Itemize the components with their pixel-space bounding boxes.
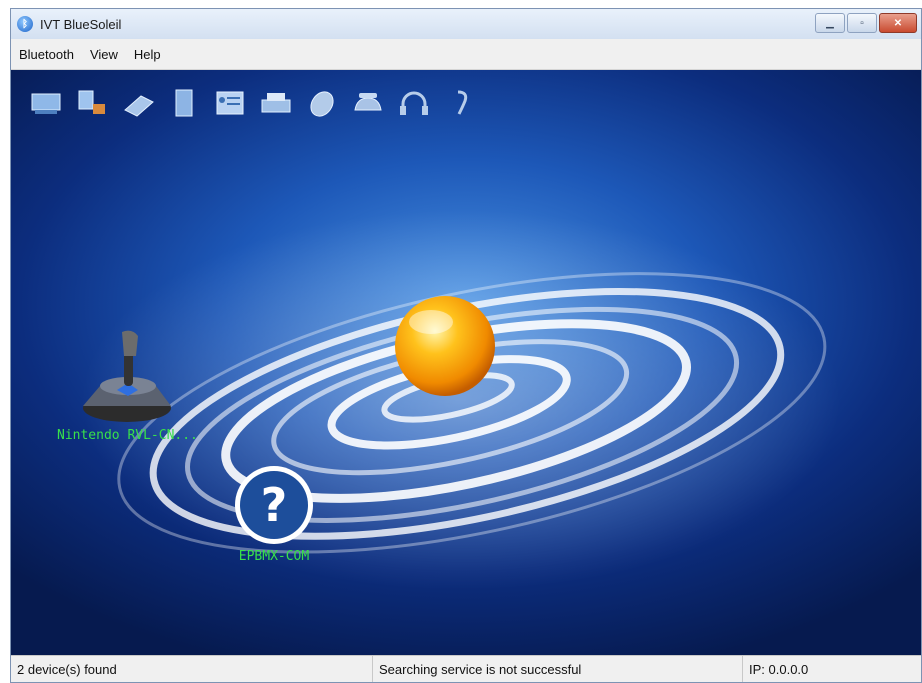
local-device-orb[interactable]: [395, 296, 495, 396]
printer-icon[interactable]: [257, 84, 295, 122]
minimize-button[interactable]: ▁: [815, 13, 845, 33]
device-name: EPBMX-COM: [238, 549, 310, 564]
app-window: ᛒ IVT BlueSoleil ▁ ▫ ✕ Bluetooth View He…: [10, 8, 922, 683]
title-bar[interactable]: ᛒ IVT BlueSoleil ▁ ▫ ✕: [11, 9, 921, 39]
maximize-button[interactable]: ▫: [847, 13, 877, 33]
status-bar: 2 device(s) found Searching service is n…: [11, 655, 921, 682]
minimize-icon: ▁: [826, 17, 834, 29]
maximize-icon: ▫: [860, 17, 864, 29]
menu-view[interactable]: View: [90, 47, 118, 62]
status-devices-found: 2 device(s) found: [11, 656, 373, 682]
device-name: Nintendo RVL-CN...: [57, 428, 198, 443]
close-button[interactable]: ✕: [879, 13, 917, 33]
status-ip: IP: 0.0.0.0: [749, 661, 809, 677]
device-epbmx[interactable]: ? EPBMX-COM: [232, 463, 316, 564]
headset-icon[interactable]: [395, 84, 433, 122]
device-nintendo[interactable]: Nintendo RVL-CN...: [57, 326, 198, 443]
network-access-icon[interactable]: [27, 84, 65, 122]
dialup-network-icon[interactable]: [73, 84, 111, 122]
file-transfer-icon[interactable]: [165, 84, 203, 122]
earpiece-icon[interactable]: [441, 84, 479, 122]
window-title: IVT BlueSoleil: [40, 16, 122, 32]
bluetooth-icon: ᛒ: [17, 16, 33, 32]
status-message: Searching service is not successful: [373, 656, 743, 682]
close-icon: ✕: [893, 17, 903, 29]
telephone-icon[interactable]: [349, 84, 387, 122]
question-mark-icon: ?: [235, 466, 313, 544]
device-canvas: Nintendo RVL-CN... ? EPBMX-COM: [11, 70, 921, 657]
menu-bluetooth[interactable]: Bluetooth: [19, 47, 74, 62]
menu-help[interactable]: Help: [134, 47, 161, 62]
mouse-icon[interactable]: [303, 84, 341, 122]
joystick-icon: [83, 330, 172, 422]
menu-bar: Bluetooth View Help: [11, 39, 921, 70]
fax-icon[interactable]: [119, 84, 157, 122]
service-toolbar: [27, 84, 487, 122]
svg-text:?: ?: [261, 478, 288, 532]
personal-info-exchange-icon[interactable]: [211, 84, 249, 122]
